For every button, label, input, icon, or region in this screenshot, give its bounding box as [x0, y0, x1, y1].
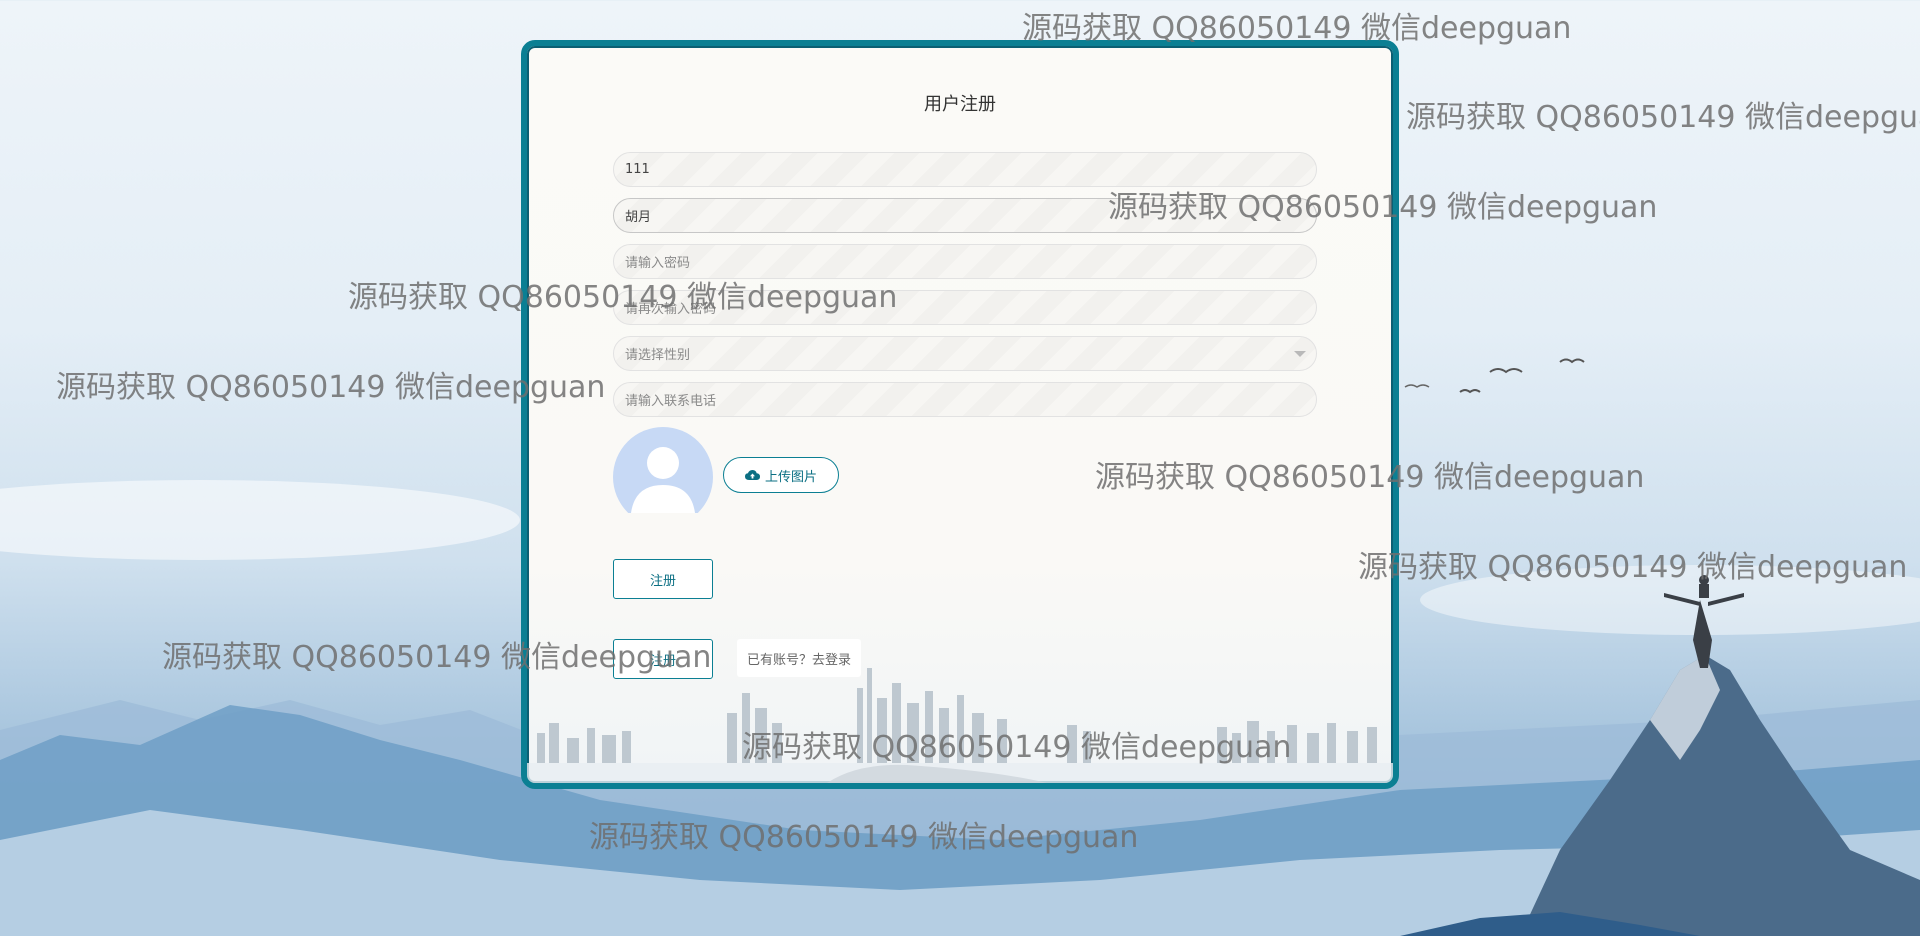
register-card: 用户注册 111 胡月 请输入密码 请再次输入密码 请选择性别 请输入联系电话 … — [521, 40, 1399, 789]
cloud-upload-icon — [744, 470, 760, 480]
phone-placeholder: 请输入联系电话 — [625, 394, 717, 409]
name-field[interactable]: 胡月 — [613, 198, 1317, 233]
register-label-secondary: 注册 — [649, 653, 676, 669]
confirm-password-field[interactable]: 请再次输入密码 — [613, 290, 1317, 325]
password-placeholder: 请输入密码 — [625, 256, 691, 271]
register-button[interactable]: 注册 — [613, 559, 713, 599]
gender-placeholder: 请选择性别 — [625, 348, 691, 363]
username-field[interactable]: 111 — [613, 152, 1317, 187]
register-label: 注册 — [649, 573, 676, 589]
login-link-label: 已有账号？去登录 — [747, 652, 852, 668]
page-title: 用户注册 — [924, 94, 996, 115]
upload-label: 上传图片 — [764, 469, 817, 485]
name-value: 胡月 — [625, 210, 652, 225]
avatar-image — [613, 427, 713, 513]
register-button-secondary[interactable]: 注册 — [613, 639, 713, 679]
chevron-down-icon — [1294, 351, 1306, 357]
gender-select[interactable]: 请选择性别 — [613, 336, 1317, 371]
password-field[interactable]: 请输入密码 — [613, 244, 1317, 279]
confirm-password-placeholder: 请再次输入密码 — [625, 302, 717, 317]
phone-field[interactable]: 请输入联系电话 — [613, 382, 1317, 417]
upload-image-button[interactable]: 上传图片 — [723, 457, 839, 493]
go-login-link[interactable]: 已有账号？去登录 — [737, 639, 862, 677]
username-value: 111 — [625, 162, 650, 177]
